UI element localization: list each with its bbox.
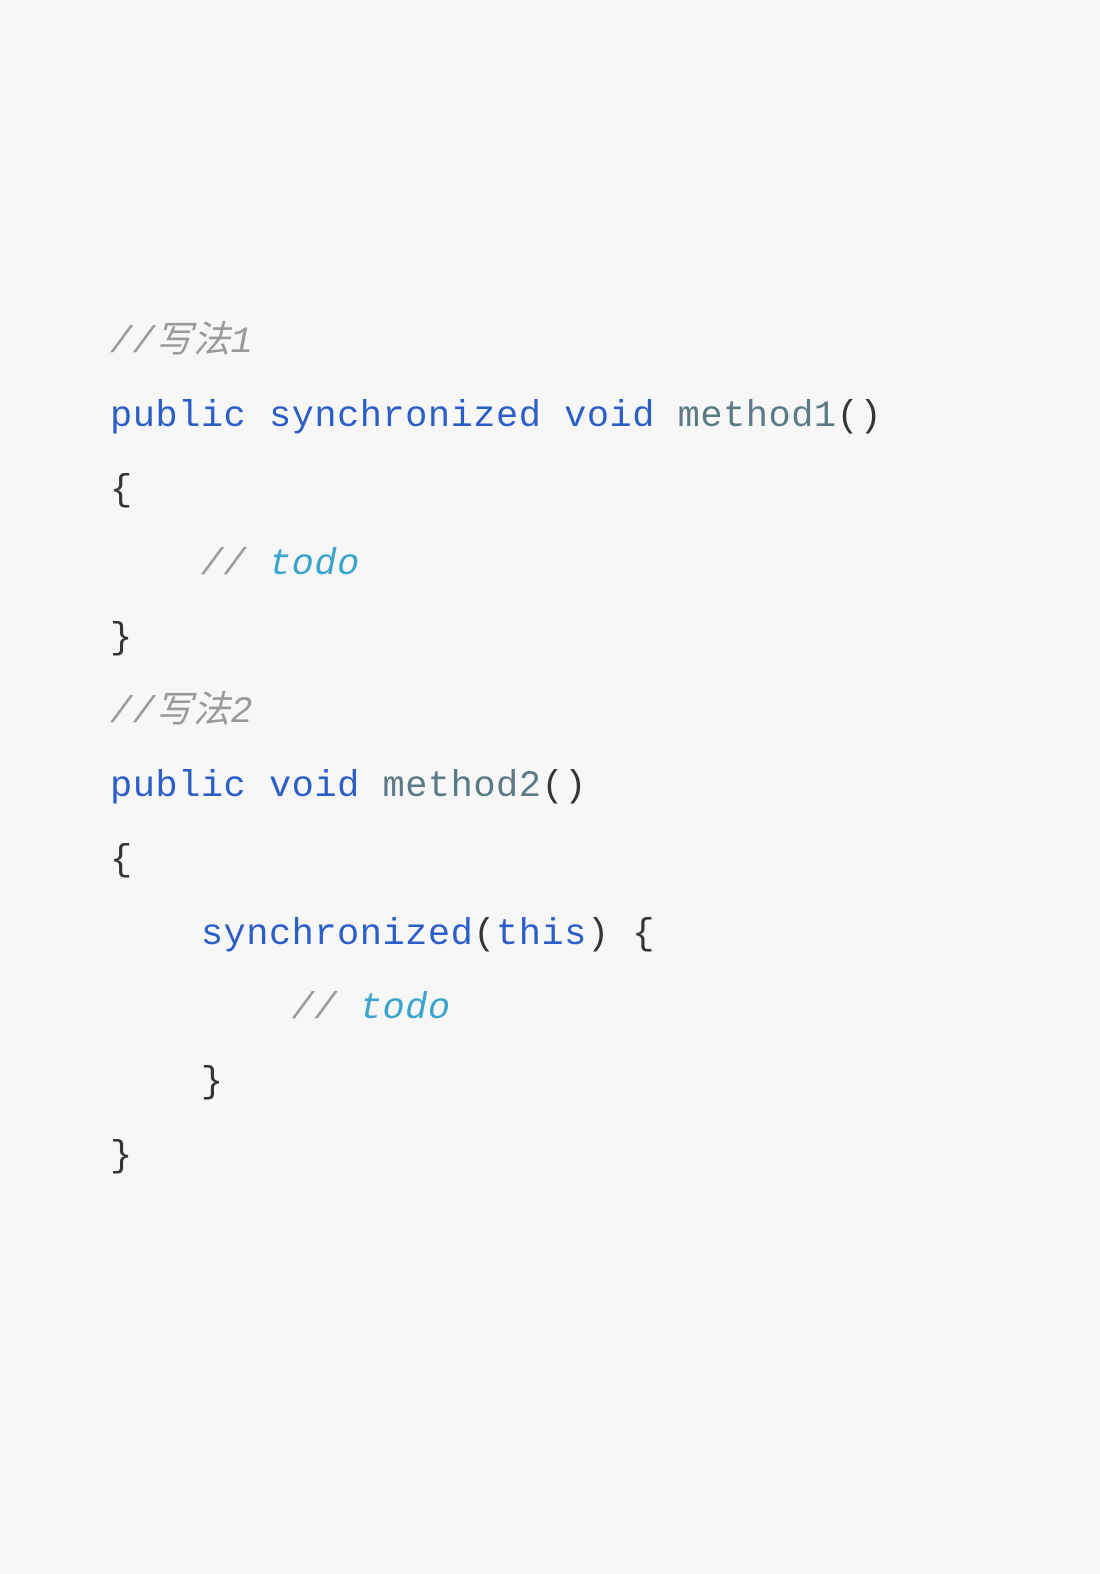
code-token: todo — [269, 544, 360, 586]
code-token: synchronized — [269, 396, 541, 438]
code-token: () — [541, 766, 586, 808]
code-line: // todo — [110, 972, 1100, 1046]
code-line: //写法1 — [110, 306, 1100, 380]
code-token: } — [201, 1062, 224, 1104]
code-token: () — [837, 396, 882, 438]
code-token: } — [110, 1136, 133, 1178]
indent — [110, 1062, 201, 1104]
indent — [110, 988, 292, 1030]
code-line: // todo — [110, 528, 1100, 602]
code-token: this — [496, 914, 587, 956]
code-line: public synchronized void method1() — [110, 380, 1100, 454]
code-block: //写法1public synchronized void method1(){… — [110, 306, 1100, 1194]
code-line: synchronized(this) { — [110, 898, 1100, 972]
code-line: } — [110, 1120, 1100, 1194]
code-line: //写法2 — [110, 676, 1100, 750]
code-token: void — [269, 766, 360, 808]
code-token: method2 — [383, 766, 542, 808]
code-token: todo — [360, 988, 451, 1030]
code-line: } — [110, 602, 1100, 676]
code-token: public — [110, 766, 246, 808]
code-token: ( — [473, 914, 496, 956]
indent — [110, 914, 201, 956]
code-line: { — [110, 824, 1100, 898]
code-token: //写法2 — [110, 692, 253, 734]
code-token: void — [564, 396, 655, 438]
code-token — [655, 396, 678, 438]
code-token — [541, 396, 564, 438]
code-token — [246, 396, 269, 438]
code-token: } — [110, 618, 133, 660]
code-token: //写法1 — [110, 322, 253, 364]
code-token — [360, 766, 383, 808]
code-token: synchronized — [201, 914, 473, 956]
code-token: // — [201, 544, 269, 586]
code-line: } — [110, 1046, 1100, 1120]
code-token: // — [292, 988, 360, 1030]
code-token: { — [110, 840, 133, 882]
indent — [110, 544, 201, 586]
code-token: { — [110, 470, 133, 512]
code-token: public — [110, 396, 246, 438]
code-line: { — [110, 454, 1100, 528]
code-token — [246, 766, 269, 808]
code-token: method1 — [678, 396, 837, 438]
code-line: public void method2() — [110, 750, 1100, 824]
code-token: ) { — [587, 914, 655, 956]
